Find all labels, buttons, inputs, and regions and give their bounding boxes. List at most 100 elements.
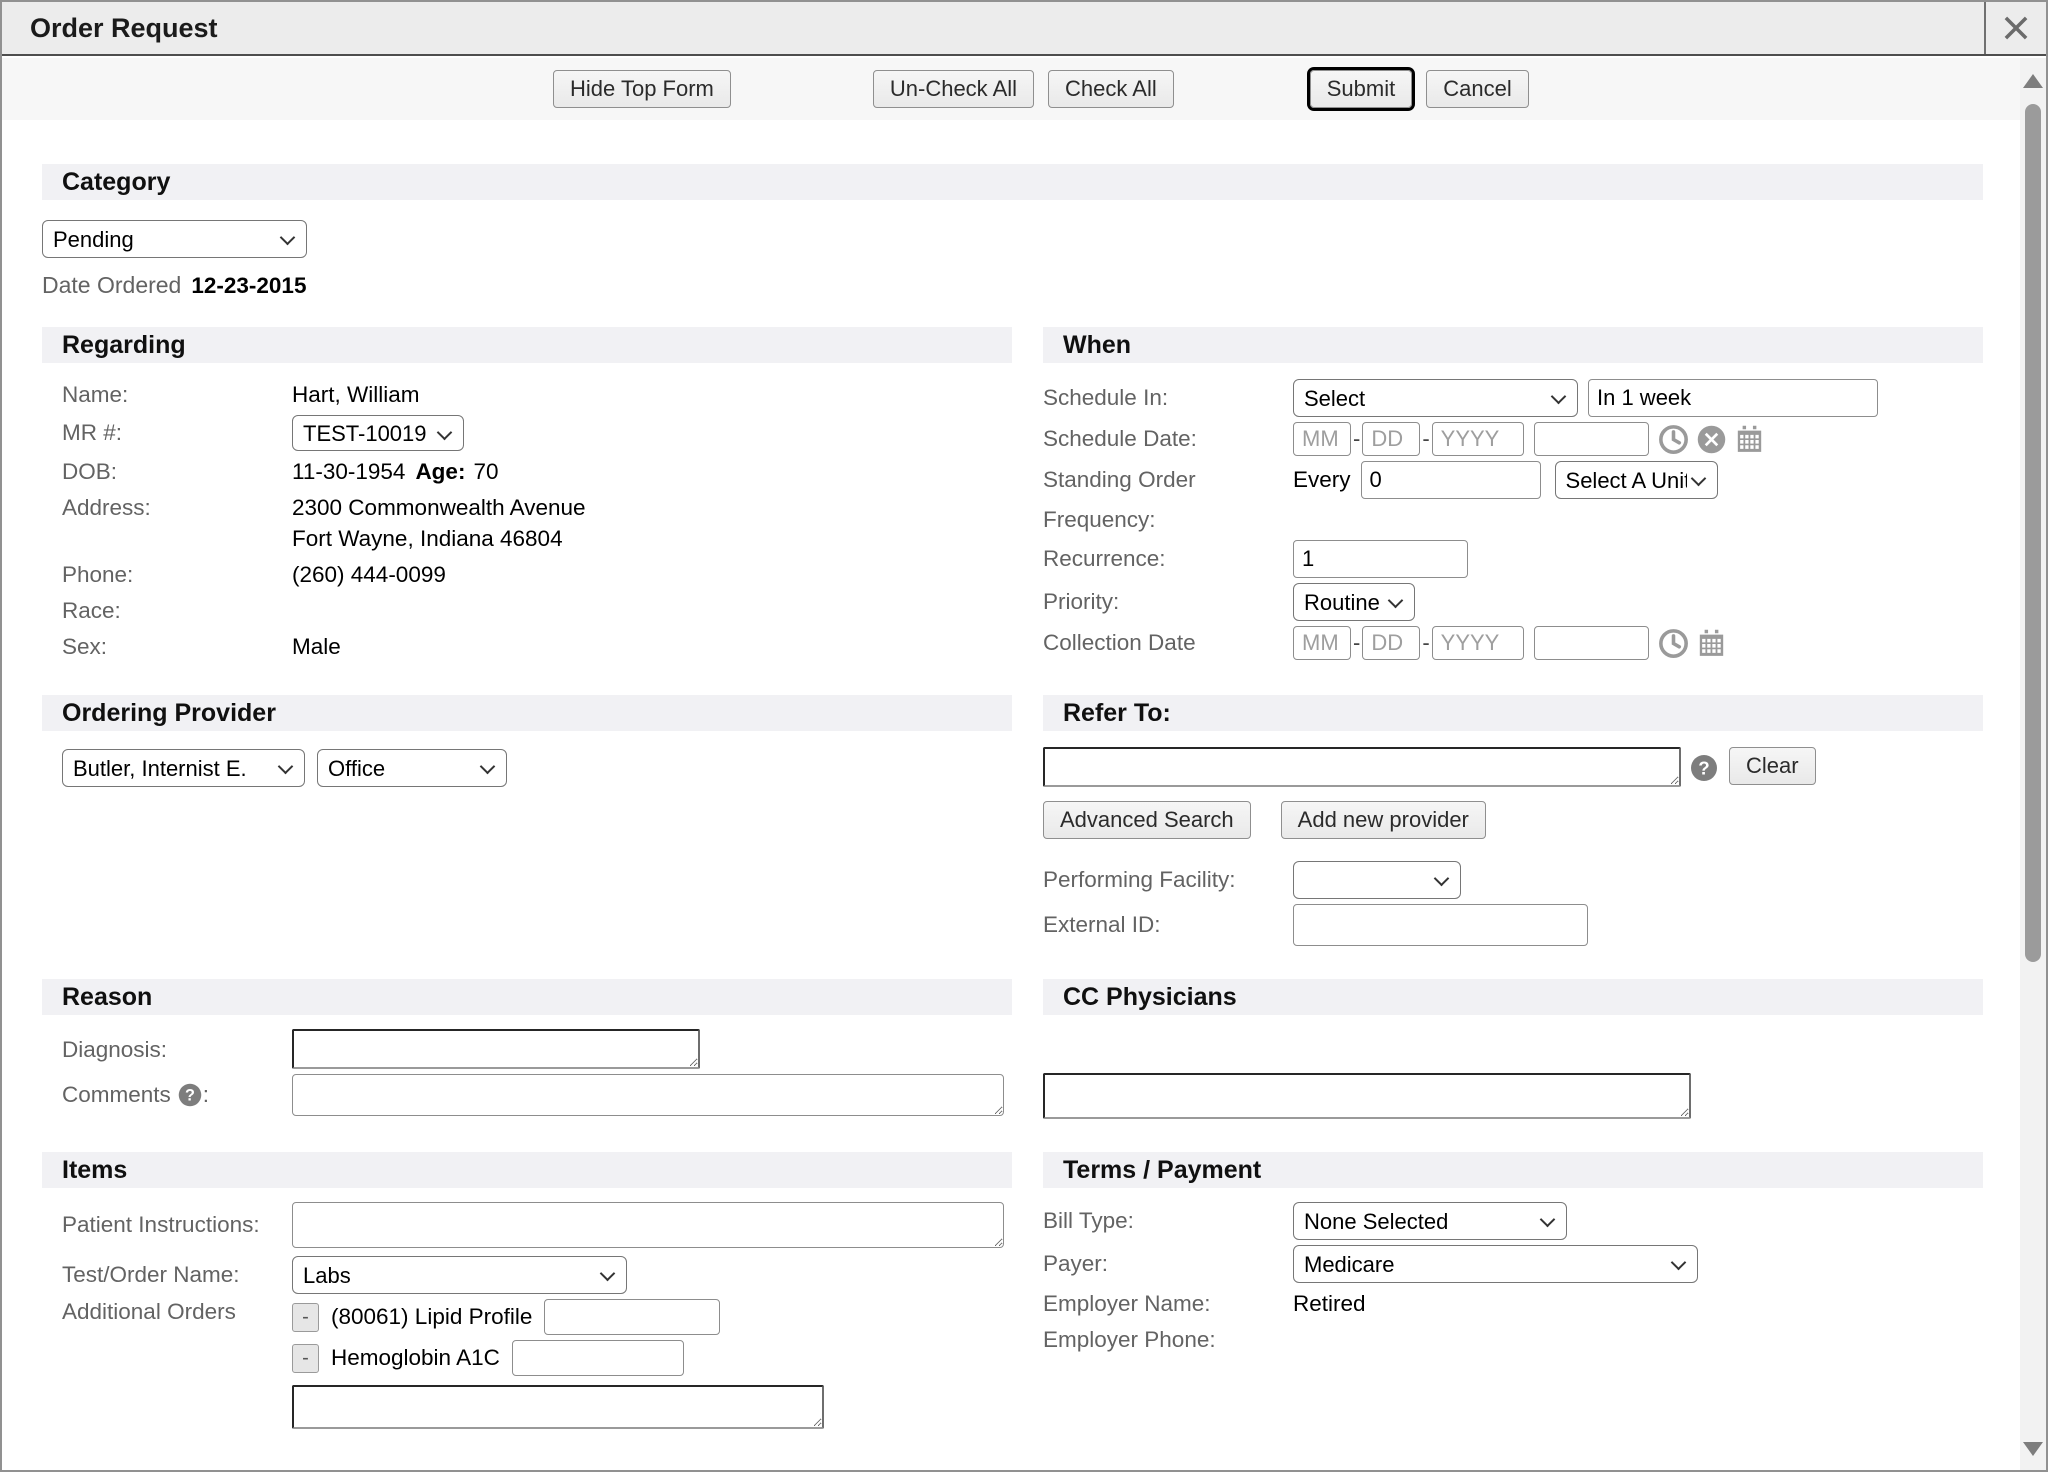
- patient-instructions-input[interactable]: [292, 1202, 1004, 1248]
- remove-order-button[interactable]: -: [292, 1303, 319, 1332]
- advanced-search-button[interactable]: Advanced Search: [1043, 801, 1251, 839]
- dob-value: 11-30-1954: [292, 459, 405, 485]
- provider-location-select-wrap: Office: [317, 749, 507, 787]
- collection-day-input[interactable]: [1362, 626, 1420, 660]
- unit-select[interactable]: Select A Unit: [1555, 461, 1718, 499]
- every-label: Every: [1293, 467, 1351, 493]
- hide-top-form-button[interactable]: Hide Top Form: [553, 70, 731, 108]
- order-value-input[interactable]: [512, 1340, 684, 1376]
- schedule-time-input[interactable]: [1534, 422, 1649, 456]
- remove-order-button[interactable]: -: [292, 1344, 319, 1373]
- test-order-select[interactable]: Labs: [292, 1256, 627, 1294]
- date-ordered-label: Date Ordered: [42, 272, 181, 299]
- when-header: When: [1043, 327, 1983, 363]
- recurrence-input[interactable]: [1293, 540, 1468, 578]
- diagnosis-input[interactable]: [292, 1029, 700, 1069]
- test-order-select-wrap: Labs: [292, 1256, 627, 1294]
- category-header: Category: [42, 164, 1983, 200]
- priority-label: Priority:: [1043, 589, 1293, 615]
- order-value-input[interactable]: [544, 1299, 720, 1335]
- external-id-input[interactable]: [1293, 904, 1588, 946]
- schedule-day-input[interactable]: [1362, 422, 1420, 456]
- items-section: Items Patient Instructions: Test/Order N…: [42, 1152, 1012, 1439]
- schedule-in-text-input[interactable]: [1588, 379, 1878, 417]
- date-ordered-value: 12-23-2015: [191, 273, 306, 299]
- collection-calendar-icon[interactable]: [1695, 627, 1728, 660]
- schedule-month-input[interactable]: [1293, 422, 1351, 456]
- priority-select[interactable]: Routine: [1293, 583, 1415, 621]
- comments-help-icon[interactable]: [177, 1082, 203, 1108]
- mr-label: MR #:: [42, 420, 292, 446]
- unit-select-wrap: Select A Unit: [1555, 461, 1718, 499]
- bill-type-select-wrap: None Selected: [1293, 1202, 1567, 1240]
- diagnosis-label: Diagnosis:: [42, 1037, 292, 1063]
- phone-value: (260) 444-0099: [292, 562, 446, 588]
- provider-select[interactable]: Butler, Internist E.: [62, 749, 305, 787]
- additional-orders-label: Additional Orders: [42, 1299, 292, 1325]
- title-bar: Order Request: [2, 2, 2046, 56]
- bill-type-select[interactable]: None Selected: [1293, 1202, 1567, 1240]
- order-label: Hemoglobin A1C: [331, 1345, 500, 1371]
- schedule-clear-icon[interactable]: [1695, 423, 1728, 456]
- additional-order-row: - (80061) Lipid Profile: [292, 1299, 824, 1335]
- collection-year-input[interactable]: [1432, 626, 1524, 660]
- name-label: Name:: [42, 382, 292, 408]
- comments-input[interactable]: [292, 1074, 1004, 1116]
- employer-phone-label: Employer Phone:: [1043, 1327, 1293, 1353]
- refer-to-help-icon[interactable]: [1689, 753, 1719, 783]
- schedule-calendar-icon[interactable]: [1733, 423, 1766, 456]
- employer-name-value: Retired: [1293, 1291, 1366, 1317]
- recurrence-label: Recurrence:: [1043, 546, 1293, 572]
- sex-label: Sex:: [42, 634, 292, 660]
- uncheck-all-button[interactable]: Un-Check All: [873, 70, 1034, 108]
- close-button[interactable]: [1984, 2, 2046, 54]
- payer-label: Payer:: [1043, 1251, 1293, 1277]
- add-new-provider-button[interactable]: Add new provider: [1281, 801, 1486, 839]
- form-content: Category Pending Date Ordered 12-23-2015…: [2, 164, 2020, 1470]
- vertical-scrollbar[interactable]: [2020, 58, 2046, 1470]
- cancel-button[interactable]: Cancel: [1426, 70, 1528, 108]
- provider-select-wrap: Butler, Internist E.: [62, 749, 305, 787]
- reason-section: Reason Diagnosis: Comments:: [42, 979, 1012, 1124]
- payer-select[interactable]: Medicare: [1293, 1245, 1698, 1283]
- schedule-clock-icon[interactable]: [1657, 423, 1690, 456]
- regarding-header: Regarding: [42, 327, 1012, 363]
- clear-button[interactable]: Clear: [1729, 747, 1816, 785]
- refer-to-input[interactable]: [1043, 747, 1681, 787]
- performing-facility-select[interactable]: [1293, 861, 1461, 899]
- check-all-button[interactable]: Check All: [1048, 70, 1174, 108]
- scroll-up-arrow[interactable]: [2023, 74, 2043, 88]
- refer-to-section: Refer To: Clear Advanced Search Add new …: [1043, 695, 1983, 951]
- submit-button[interactable]: Submit: [1310, 70, 1412, 108]
- cc-physicians-header: CC Physicians: [1043, 979, 1983, 1015]
- category-select[interactable]: Pending: [42, 220, 307, 258]
- schedule-in-select[interactable]: Select: [1293, 379, 1578, 417]
- regarding-section: Regarding Name:Hart, William MR #: TEST-…: [42, 327, 1012, 667]
- scrollbar-thumb[interactable]: [2025, 104, 2041, 962]
- mr-number-select[interactable]: TEST-10019: [292, 415, 464, 451]
- provider-location-select[interactable]: Office: [317, 749, 507, 787]
- address-line2: Fort Wayne, Indiana 46804: [292, 526, 563, 552]
- race-label: Race:: [42, 598, 292, 624]
- collection-clock-icon[interactable]: [1657, 627, 1690, 660]
- collection-month-input[interactable]: [1293, 626, 1351, 660]
- address-label: Address:: [42, 495, 292, 521]
- additional-orders-input[interactable]: [292, 1385, 824, 1429]
- employer-name-label: Employer Name:: [1043, 1291, 1293, 1317]
- age-value: 70: [473, 459, 498, 485]
- payer-select-wrap: Medicare: [1293, 1245, 1698, 1283]
- collection-time-input[interactable]: [1534, 626, 1649, 660]
- address-line1: 2300 Commonwealth Avenue: [292, 495, 586, 521]
- toolbar: Hide Top Form Un-Check All Check All Sub…: [2, 58, 2020, 120]
- every-input[interactable]: [1361, 461, 1541, 499]
- order-request-dialog: Order Request Hide Top Form Un-Check All…: [0, 0, 2048, 1472]
- frequency-label: Frequency:: [1043, 507, 1293, 533]
- scroll-down-arrow[interactable]: [2023, 1442, 2043, 1456]
- reason-header: Reason: [42, 979, 1012, 1015]
- when-section: When Schedule In: Select Schedule Date: …: [1043, 327, 1983, 667]
- schedule-year-input[interactable]: [1432, 422, 1524, 456]
- collection-date-label: Collection Date: [1043, 630, 1293, 656]
- test-order-name-label: Test/Order Name:: [42, 1262, 292, 1288]
- items-header: Items: [42, 1152, 1012, 1188]
- cc-physicians-input[interactable]: [1043, 1073, 1691, 1119]
